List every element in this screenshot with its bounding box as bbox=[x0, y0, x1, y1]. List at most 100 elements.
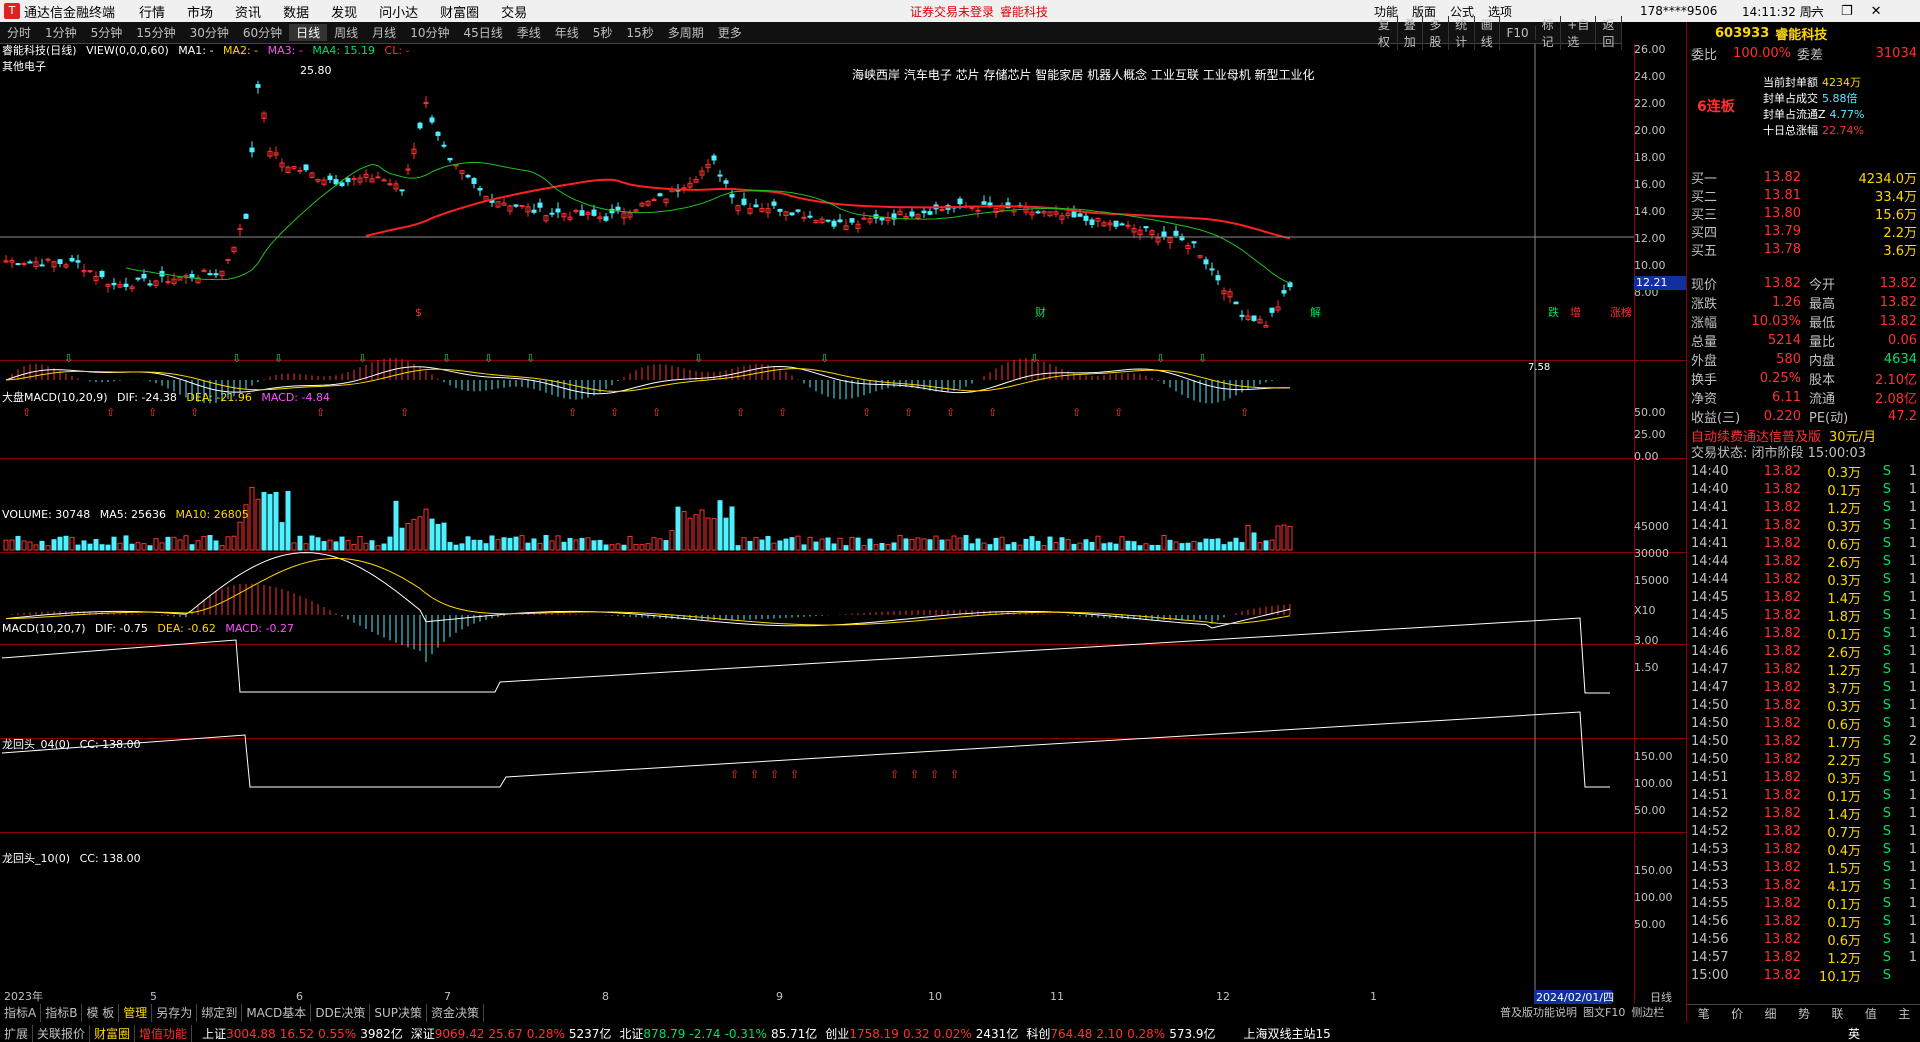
candle bbox=[93, 271, 99, 285]
period-tab-0[interactable]: 分时 bbox=[0, 24, 38, 41]
extend-tab-0[interactable]: 扩展 bbox=[0, 1024, 34, 1042]
candle bbox=[219, 270, 225, 279]
formula-tab-8[interactable]: SUP决策 bbox=[370, 1004, 428, 1022]
tick-side: S bbox=[1882, 859, 1891, 875]
menu-item-2[interactable]: 资讯 bbox=[235, 2, 261, 21]
tick-volume: 0.7万 bbox=[1827, 825, 1861, 841]
detail-tab-6[interactable]: 主 bbox=[1898, 1005, 1910, 1022]
notice-link[interactable]: 普及版功能说明 bbox=[1500, 1004, 1577, 1020]
x-axis-label: 2023年 bbox=[4, 989, 43, 1003]
tick-count: 1 bbox=[1908, 661, 1917, 677]
period-tab-1[interactable]: 1分钟 bbox=[38, 24, 84, 41]
quote-label: 股本 bbox=[1809, 372, 1836, 388]
detail-tab-1[interactable]: 价 bbox=[1731, 1005, 1743, 1022]
index-quote[interactable]: 上证3004.88 16.52 0.55% 3982亿 bbox=[202, 1025, 403, 1042]
candle bbox=[201, 268, 207, 273]
tick-price: 13.82 bbox=[1763, 517, 1801, 533]
menu-item-5[interactable]: 问小达 bbox=[379, 2, 418, 21]
period-tab-7[interactable]: 周线 bbox=[327, 24, 365, 41]
index-value: 878.79 bbox=[643, 1026, 686, 1041]
extend-tab-1[interactable]: 关联报价 bbox=[33, 1024, 91, 1042]
formula-tab-5[interactable]: 绑定到 bbox=[197, 1004, 243, 1022]
tick-count: 1 bbox=[1908, 751, 1917, 767]
tick-volume: 0.1万 bbox=[1827, 915, 1861, 931]
sidebar-link[interactable]: 侧边栏 bbox=[1631, 1004, 1664, 1020]
formula-tab-3[interactable]: 管理 bbox=[119, 1004, 153, 1022]
index-amount: 3982亿 bbox=[360, 1026, 403, 1041]
candle bbox=[1083, 211, 1089, 226]
quote-value: 5214 bbox=[1767, 332, 1801, 348]
candle bbox=[855, 220, 861, 233]
menu-item-4[interactable]: 发现 bbox=[331, 2, 357, 21]
candle bbox=[1143, 226, 1149, 232]
tick-time: 14:53 bbox=[1691, 841, 1729, 857]
formula-tab-9[interactable]: 资金决策 bbox=[427, 1004, 485, 1022]
index-quote[interactable]: 北证878.79 -2.74 -0.31% 85.71亿 bbox=[619, 1025, 817, 1042]
window-controls: — ❐ ✕ bbox=[1810, 4, 1882, 19]
tick-count: 1 bbox=[1908, 553, 1917, 569]
minimize-icon[interactable]: — bbox=[1810, 4, 1823, 19]
candle bbox=[369, 173, 375, 183]
chart-canvas[interactable]: $ 财 解 跌增 涨榜 ⇧ ⇩ ⇧ ⇧ ⇧ ⇩ ⇩ ⇧ ⇩ ⇧ ⇩ ⇩ ⇩ ⇧ ⇧ ⇧ ⇩ ⇧ ⇧ ⇩ ⇧ ⇧ ⇧ ⇧ ⇩ ⇧ ⇧ ⇩ ⇩ ⇧ ⇧ ⇧ ⇧… bbox=[0, 44, 1686, 1004]
period-tab-2[interactable]: 5分钟 bbox=[84, 24, 130, 41]
period-tab-12[interactable]: 年线 bbox=[548, 24, 586, 41]
menu-item-0[interactable]: 行情 bbox=[139, 2, 165, 21]
tick-price: 13.82 bbox=[1763, 535, 1801, 551]
period-tab-11[interactable]: 季线 bbox=[510, 24, 548, 41]
period-tab-13[interactable]: 5秒 bbox=[586, 24, 620, 41]
candle bbox=[1095, 217, 1101, 228]
cl-value: CL: - bbox=[384, 44, 410, 57]
period-tab-15[interactable]: 多周期 bbox=[661, 24, 711, 41]
menu-item-1[interactable]: 市场 bbox=[187, 2, 213, 21]
formula-tab-6[interactable]: MACD基本 bbox=[242, 1004, 312, 1022]
index-value: 3004.88 bbox=[226, 1026, 276, 1041]
tick-count: 1 bbox=[1908, 607, 1917, 623]
period-tab-6[interactable]: 日线 bbox=[289, 24, 328, 41]
period-tab-3[interactable]: 15分钟 bbox=[129, 24, 182, 41]
restore-icon[interactable]: ❐ bbox=[1841, 4, 1853, 19]
candle bbox=[147, 279, 153, 287]
formula-tab-2[interactable]: 模 板 bbox=[82, 1004, 120, 1022]
detail-tab-5[interactable]: 值 bbox=[1865, 1005, 1877, 1022]
candle bbox=[153, 279, 159, 288]
close-icon[interactable]: ✕ bbox=[1871, 4, 1882, 19]
period-tab-10[interactable]: 45日线 bbox=[456, 24, 509, 41]
menu-item-3[interactable]: 数据 bbox=[283, 2, 309, 21]
chart-area[interactable]: $ 财 解 跌增 涨榜 ⇧ ⇩ ⇧ ⇧ ⇧ ⇩ ⇩ ⇧ ⇩ ⇧ ⇩ ⇩ ⇩ ⇧ ⇧ ⇧ ⇩ ⇧ ⇧ ⇩ ⇧ ⇧ ⇧ ⇧ ⇩ ⇧ ⇧ ⇩ ⇩ ⇧ ⇧ ⇧ ⇧… bbox=[0, 43, 1686, 1004]
index-quote[interactable]: 深证9069.42 25.67 0.28% 5237亿 bbox=[411, 1025, 612, 1042]
server-name[interactable]: 上海双线主站15 bbox=[1244, 1025, 1331, 1042]
extend-tab-2[interactable]: 财富圈 bbox=[90, 1024, 136, 1042]
formula-tab-7[interactable]: DDE决策 bbox=[311, 1004, 371, 1022]
detail-tab-2[interactable]: 细 bbox=[1765, 1005, 1777, 1022]
tick-side: S bbox=[1882, 715, 1891, 731]
login-warning[interactable]: 证券交易未登录 bbox=[910, 3, 994, 20]
ime-indicator[interactable]: 英 bbox=[1848, 1025, 1860, 1042]
f10-link[interactable]: 图文F10 bbox=[1583, 1004, 1625, 1020]
menu-item-7[interactable]: 交易 bbox=[501, 2, 527, 21]
period-tab-8[interactable]: 月线 bbox=[365, 24, 403, 41]
period-tab-9[interactable]: 10分钟 bbox=[403, 24, 456, 41]
detail-tab-3[interactable]: 势 bbox=[1798, 1005, 1810, 1022]
formula-tab-4[interactable]: 另存为 bbox=[152, 1004, 198, 1022]
formula-tab-0[interactable]: 指标A bbox=[0, 1004, 42, 1022]
quote-panel: 603933 睿能科技 委比 100.00% 委差 31034 6连板 当前封单… bbox=[1686, 22, 1920, 1022]
user-account[interactable]: 178****9506 bbox=[1640, 4, 1717, 18]
detail-tab-4[interactable]: 联 bbox=[1831, 1005, 1843, 1022]
candle bbox=[471, 176, 477, 189]
index-quote[interactable]: 科创764.48 2.10 0.28% 573.9亿 bbox=[1026, 1025, 1215, 1042]
period-tab-4[interactable]: 30分钟 bbox=[183, 24, 236, 41]
menu-item-6[interactable]: 财富圈 bbox=[440, 2, 479, 21]
tool-button-5[interactable]: F10 bbox=[1500, 25, 1536, 40]
ma1-value: MA1: - bbox=[178, 44, 214, 57]
period-tab-14[interactable]: 15秒 bbox=[619, 24, 660, 41]
tick-volume: 4.1万 bbox=[1827, 879, 1861, 895]
index-quote[interactable]: 创业1758.19 0.32 0.02% 2431亿 bbox=[825, 1025, 1018, 1042]
extend-tab-3[interactable]: 增值功能 bbox=[135, 1024, 193, 1042]
formula-tab-1[interactable]: 指标B bbox=[41, 1004, 83, 1022]
dragon2-label: 龙回头_10(0) bbox=[2, 852, 71, 865]
period-tab-5[interactable]: 60分钟 bbox=[236, 24, 289, 41]
tick-side: S bbox=[1882, 643, 1891, 659]
period-tab-16[interactable]: 更多 bbox=[711, 24, 749, 41]
detail-tab-0[interactable]: 笔 bbox=[1698, 1005, 1710, 1022]
tick-price: 13.82 bbox=[1763, 733, 1801, 749]
